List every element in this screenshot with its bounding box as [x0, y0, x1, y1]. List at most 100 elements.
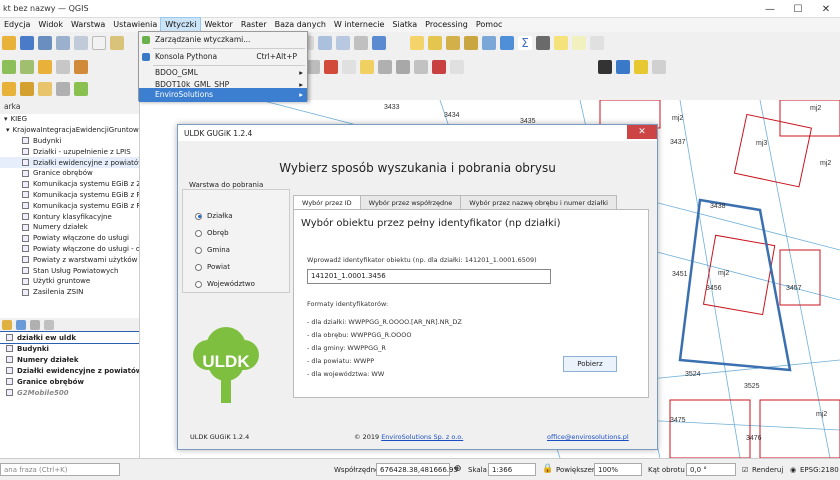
tab-by-name[interactable]: Wybór przez nazwę obrębu i numer działki — [460, 195, 617, 209]
radio-wojewodztwo[interactable]: Województwo — [195, 280, 255, 288]
text-annotation-icon[interactable] — [590, 36, 604, 50]
rotation-field[interactable]: 0,0 ° — [686, 463, 736, 476]
select-by-value-icon[interactable] — [446, 36, 460, 50]
tree-root-kieg[interactable]: ▾ KIEG — [0, 114, 139, 125]
move-feature-icon[interactable] — [74, 60, 88, 74]
render-checkbox[interactable]: ☑ — [742, 466, 748, 474]
email-link[interactable]: office@envirosolutions.pl — [547, 433, 629, 441]
menu-settings[interactable]: Ustawienia — [109, 18, 161, 32]
tree-item[interactable]: Komunikacja systemu EGiB z REGON — [0, 200, 139, 211]
plugin-settings-icon[interactable] — [652, 60, 666, 74]
toggle-extents-icon[interactable]: ⊕ — [454, 464, 462, 474]
checkbox-icon[interactable] — [6, 378, 13, 385]
checkbox-icon[interactable] — [6, 334, 13, 341]
tree-item[interactable]: Budynki — [0, 136, 139, 147]
save-as-icon[interactable] — [38, 36, 52, 50]
layer-item[interactable]: Numery działek — [0, 354, 139, 365]
minimize-icon[interactable]: — — [756, 0, 784, 18]
map-tips-icon[interactable] — [554, 36, 568, 50]
layer-item[interactable]: Budynki — [0, 343, 139, 354]
tree-item[interactable]: Powiaty włączone do usługi - obręby komp… — [0, 244, 139, 255]
open-folder-icon[interactable] — [2, 36, 16, 50]
checkbox-icon[interactable] — [6, 367, 13, 374]
print-layout-icon[interactable] — [56, 36, 70, 50]
checkbox-icon[interactable] — [6, 345, 13, 352]
radio-gmina[interactable]: Gmina — [195, 246, 230, 254]
radio-icon[interactable] — [195, 212, 202, 220]
tree-item[interactable]: Zasilenia ZSIN — [0, 287, 139, 298]
add-feature-icon[interactable] — [56, 60, 70, 74]
radio-icon[interactable] — [195, 263, 202, 271]
tree-item[interactable]: Granice obrębów — [0, 168, 139, 179]
locator-search-input[interactable]: ana fraza (Ctrl+K) — [0, 463, 120, 476]
crs-label[interactable]: EPSG:2180 — [800, 466, 839, 474]
layer-item[interactable]: działki ew uldk — [0, 331, 139, 344]
refresh-icon[interactable] — [372, 36, 386, 50]
expand-arrow-icon[interactable]: ▾ — [6, 126, 10, 134]
diagram-icon[interactable] — [432, 60, 446, 74]
tree-item[interactable]: Stan Usług Powiatowych — [0, 265, 139, 276]
save-icon[interactable] — [20, 36, 34, 50]
tab-by-id[interactable]: Wybór przez ID — [293, 195, 361, 210]
highlight-labels-icon[interactable] — [360, 60, 374, 74]
uldk-tree-icon[interactable] — [74, 82, 88, 96]
label-tool-icon[interactable] — [306, 60, 320, 74]
statistics-sigma-icon[interactable]: Σ — [518, 36, 532, 50]
digitize-icon[interactable] — [2, 60, 16, 74]
checkbox-icon[interactable] — [6, 389, 13, 396]
identifier-input[interactable]: 141201_1.0001.3456 — [307, 269, 551, 284]
new-map-view-icon[interactable] — [336, 36, 350, 50]
pan-hand-icon[interactable] — [92, 36, 106, 50]
menu-item-python-console[interactable]: Konsola Pythona Ctrl+Alt+P — [139, 50, 307, 64]
radio-icon[interactable] — [195, 229, 202, 237]
rotate-label-icon[interactable] — [396, 60, 410, 74]
tree-item[interactable]: Działki ewidencyjne z powiatów — [0, 157, 139, 168]
add-vector-icon[interactable] — [20, 82, 34, 96]
plugin-yellow-icon[interactable] — [634, 60, 648, 74]
filter-legend-icon[interactable] — [16, 320, 26, 330]
menu-view[interactable]: Widok — [34, 18, 67, 32]
tree-item[interactable]: Komunikacja systemu EGiB z PESEL — [0, 190, 139, 201]
expand-arrow-icon[interactable]: ▾ — [4, 115, 8, 123]
layer-item[interactable]: Działki ewidencyjne z powiatów — [0, 365, 139, 376]
add-layer-icon[interactable] — [2, 82, 16, 96]
attribute-table-icon[interactable] — [482, 36, 496, 50]
tree-item[interactable]: Działki - uzupełnienie z LPIS — [0, 146, 139, 157]
menu-help[interactable]: Pomoc — [472, 18, 507, 32]
radio-icon[interactable] — [195, 280, 202, 288]
toggle-edit-icon[interactable] — [38, 60, 52, 74]
coordinate-field[interactable]: 676428.38,481666.95 — [376, 463, 458, 476]
show-labels-icon[interactable] — [342, 60, 356, 74]
deselect-icon[interactable] — [464, 36, 478, 50]
pan-to-selection-icon[interactable] — [110, 36, 124, 50]
measure-icon[interactable] — [536, 36, 550, 50]
pin-labels-icon[interactable] — [324, 60, 338, 74]
identify-icon[interactable] — [410, 36, 424, 50]
annotation-icon[interactable] — [572, 36, 586, 50]
radio-obreb[interactable]: Obręb — [195, 229, 229, 237]
menu-edit[interactable]: Edycja — [0, 18, 34, 32]
checkbox-icon[interactable] — [6, 356, 13, 363]
layout-manager-icon[interactable] — [74, 36, 88, 50]
radio-dzialka[interactable]: Działka — [195, 212, 233, 220]
menu-database[interactable]: Baza danych — [271, 18, 330, 32]
menu-layer[interactable]: Warstwa — [67, 18, 109, 32]
dialog-close-icon[interactable]: ✕ — [627, 125, 657, 139]
filter-expression-icon[interactable] — [30, 320, 40, 330]
magnifier-field[interactable]: 100% — [594, 463, 642, 476]
radio-powiat[interactable]: Powiat — [195, 263, 230, 271]
layer-style-icon[interactable] — [2, 320, 12, 330]
collapse-all-icon[interactable] — [44, 320, 54, 330]
crs-icon[interactable]: ◉ — [790, 466, 796, 474]
plugin-icon[interactable] — [598, 60, 612, 74]
company-link[interactable]: EnviroSolutions Sp. z o.o. — [381, 433, 463, 441]
menu-vector[interactable]: Wektor — [200, 18, 236, 32]
move-label-icon[interactable] — [378, 60, 392, 74]
label-settings-icon[interactable] — [450, 60, 464, 74]
tree-item[interactable]: Kontury klasyfikacyjne — [0, 211, 139, 222]
menu-plugins[interactable]: Wtyczki — [160, 17, 202, 33]
scale-field[interactable]: 1:366 — [488, 463, 536, 476]
maximize-icon[interactable]: ☐ — [784, 0, 812, 18]
radio-icon[interactable] — [195, 246, 202, 254]
menu-item-plugin-manager[interactable]: Zarządzanie wtyczkami... — [139, 33, 307, 47]
